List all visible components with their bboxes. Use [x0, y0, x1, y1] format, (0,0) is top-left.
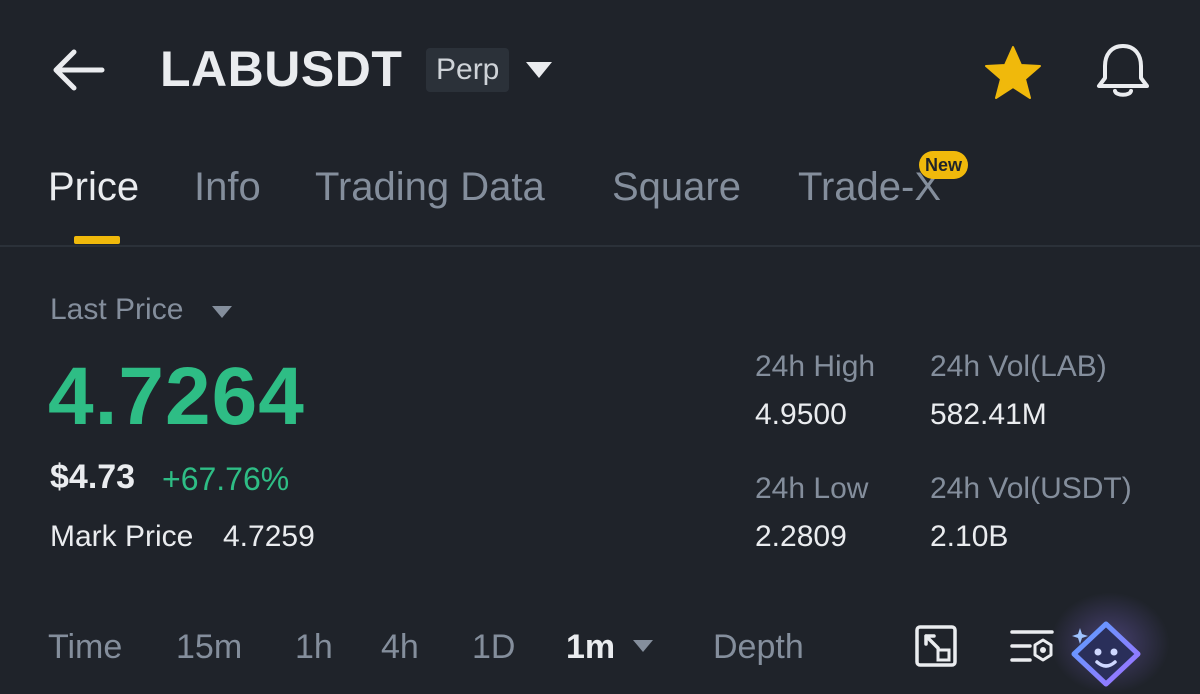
chevron-down-icon[interactable]: [523, 58, 555, 82]
vol-base-label: 24h Vol(LAB): [930, 350, 1107, 383]
tab-trade-x[interactable]: Trade-X: [798, 165, 941, 210]
fullscreen-icon[interactable]: [914, 624, 958, 668]
low-24h-label: 24h Low: [755, 472, 869, 505]
bell-icon[interactable]: [1092, 42, 1154, 100]
tab-square[interactable]: Square: [612, 165, 741, 210]
high-24h-value: 4.9500: [755, 398, 847, 431]
chevron-down-icon[interactable]: [631, 638, 655, 654]
indicator-settings-icon[interactable]: [1008, 624, 1056, 668]
tab-info[interactable]: Info: [194, 165, 261, 210]
new-badge: New: [919, 151, 969, 179]
active-tab-indicator: [74, 236, 120, 244]
high-24h-label: 24h High: [755, 350, 876, 383]
symbol-title[interactable]: LABUSDT: [160, 40, 402, 98]
depth-tab[interactable]: Depth: [713, 628, 804, 667]
mark-price-value: 4.7259: [223, 520, 315, 553]
contract-type-badge: Perp: [426, 48, 510, 92]
divider: [0, 245, 1200, 247]
chevron-down-icon[interactable]: [210, 304, 234, 320]
vol-quote-label: 24h Vol(USDT): [930, 472, 1132, 505]
vol-quote-value: 2.10B: [930, 520, 1009, 553]
mark-price-label: Mark Price: [50, 520, 194, 553]
price-change-percent: +67.76%: [162, 461, 290, 497]
timeframe-4h[interactable]: 4h: [381, 628, 419, 667]
star-icon[interactable]: [982, 44, 1044, 102]
tab-trading-data[interactable]: Trading Data: [315, 165, 545, 210]
usd-price: $4.73: [50, 458, 136, 496]
last-price-value: 4.7264: [48, 351, 305, 442]
timeframe-selected[interactable]: 1m: [566, 628, 615, 667]
tab-price[interactable]: Price: [48, 165, 139, 210]
low-24h-value: 2.2809: [755, 520, 847, 553]
back-arrow-icon[interactable]: [50, 46, 106, 94]
timeframe-time[interactable]: Time: [48, 628, 122, 667]
vol-base-value: 582.41M: [930, 398, 1047, 431]
timeframe-1h[interactable]: 1h: [295, 628, 333, 667]
timeframe-1d[interactable]: 1D: [472, 628, 515, 667]
ai-assistant-icon[interactable]: [1066, 618, 1146, 688]
timeframe-15m[interactable]: 15m: [176, 628, 242, 667]
last-price-label[interactable]: Last Price: [50, 293, 183, 327]
